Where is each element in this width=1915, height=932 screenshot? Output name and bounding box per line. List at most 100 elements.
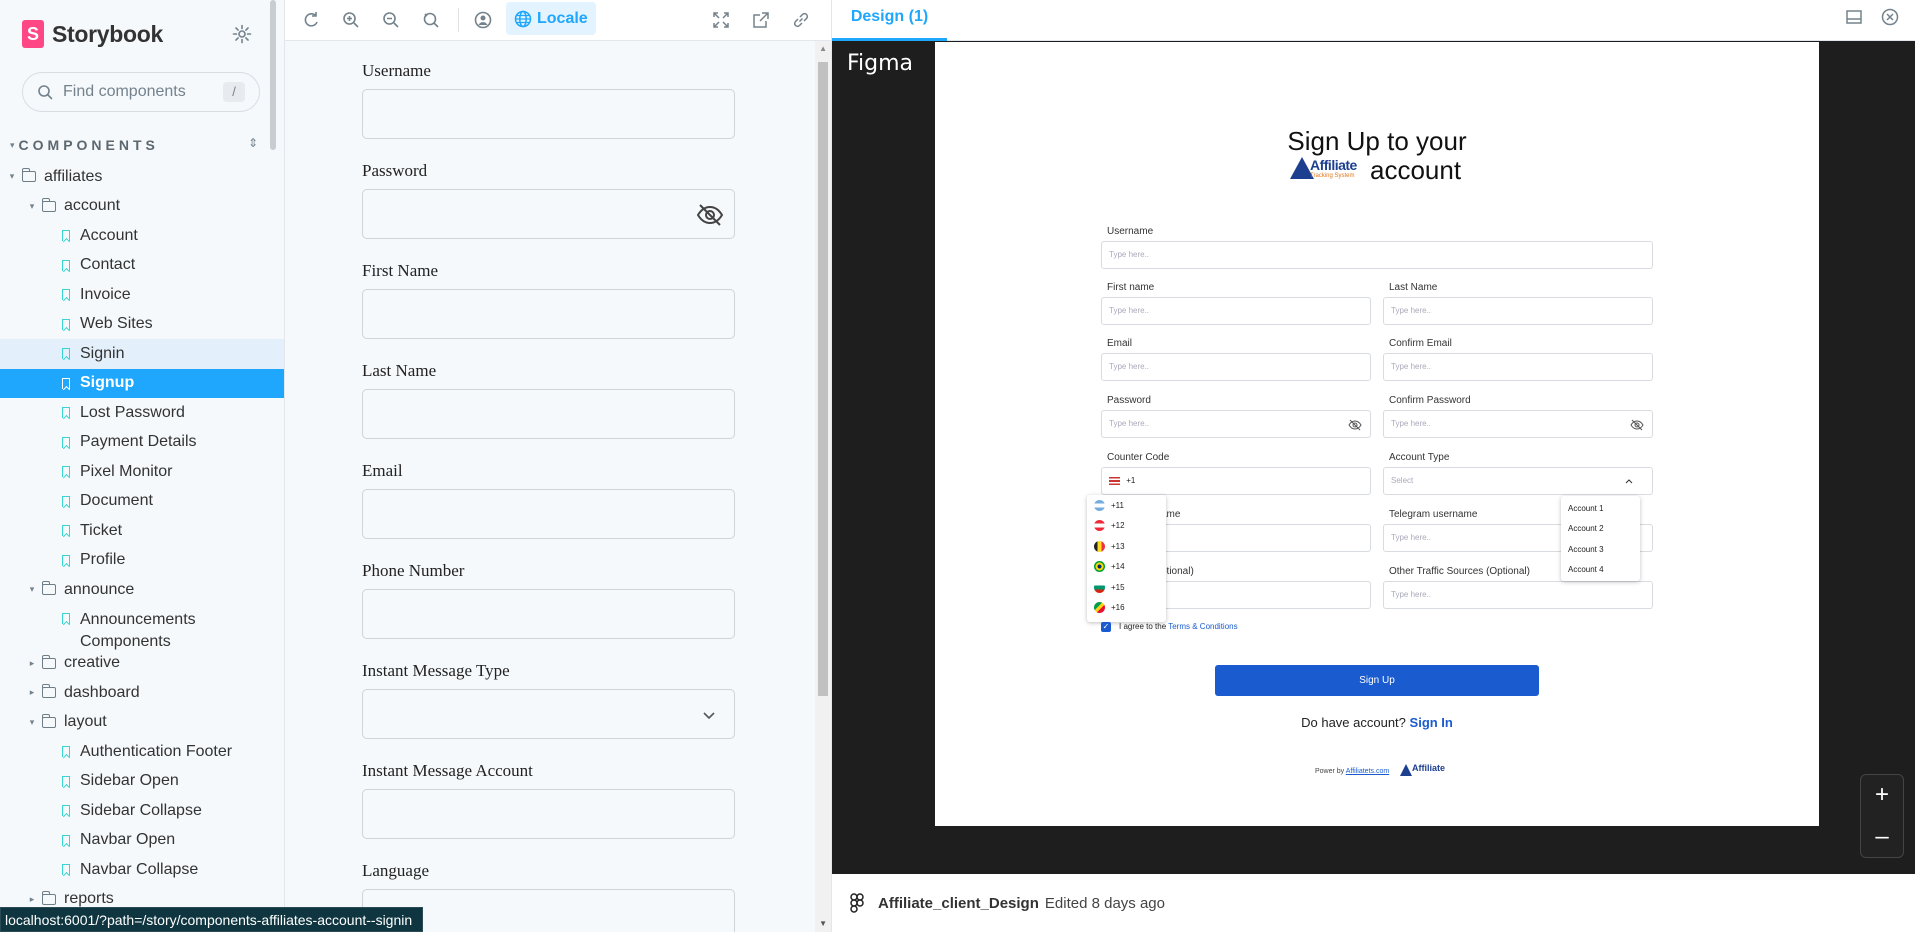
scroll-up-arrow-icon[interactable]: ▲ bbox=[819, 44, 827, 53]
zoom-out-button[interactable]: – bbox=[1861, 817, 1903, 859]
dropdown-option[interactable]: +13 bbox=[1087, 536, 1166, 557]
dropdown-option[interactable]: +11 bbox=[1087, 495, 1166, 516]
email-field[interactable] bbox=[362, 489, 735, 539]
design-first-name-field[interactable]: Type here.. bbox=[1101, 297, 1371, 325]
canvas-scrollbar-thumb[interactable] bbox=[818, 62, 828, 696]
design-country-code-field[interactable]: +1 bbox=[1101, 467, 1371, 495]
design-username-field[interactable]: Type here.. bbox=[1101, 241, 1653, 269]
eye-off-icon[interactable] bbox=[696, 201, 724, 229]
user-icon[interactable] bbox=[471, 8, 495, 32]
design-terms-checkbox[interactable]: ✓ bbox=[1101, 622, 1111, 632]
tree-story-pixel-monitor[interactable]: Pixel Monitor bbox=[0, 457, 284, 487]
first-name-field[interactable] bbox=[362, 289, 735, 339]
instant-message-account-field[interactable] bbox=[362, 789, 735, 839]
tree-label: Navbar Collapse bbox=[80, 860, 199, 878]
tree-story-lost-password[interactable]: Lost Password bbox=[0, 398, 284, 428]
zoom-reset-icon[interactable] bbox=[419, 8, 443, 32]
tree-story-profile[interactable]: Profile bbox=[0, 546, 284, 576]
design-confirm-password-field[interactable]: Type here.. bbox=[1383, 410, 1653, 438]
password-field[interactable] bbox=[362, 189, 735, 239]
last-name-field[interactable] bbox=[362, 389, 735, 439]
open-new-tab-icon[interactable] bbox=[749, 8, 773, 32]
design-title-line2: account bbox=[1370, 155, 1462, 185]
us-flag-icon bbox=[1109, 476, 1120, 485]
terms-link[interactable]: Terms & Conditions bbox=[1168, 622, 1237, 631]
zoom-out-icon[interactable] bbox=[379, 8, 403, 32]
tree-story-announcements-components[interactable]: Announcements Components bbox=[0, 605, 284, 650]
tree-story-web-sites[interactable]: Web Sites bbox=[0, 310, 284, 340]
design-terms-text: I agree to the Terms & Conditions bbox=[1119, 622, 1238, 631]
dropdown-option[interactable]: +16 bbox=[1087, 598, 1166, 619]
tree-folder-layout[interactable]: ▾ layout bbox=[0, 708, 284, 738]
tree-story-account[interactable]: Account bbox=[0, 221, 284, 251]
tree-story-contact[interactable]: Contact bbox=[0, 251, 284, 281]
dropdown-option[interactable]: Account 1 bbox=[1561, 498, 1640, 519]
components-section-header[interactable]: ▾ COMPONENTS ⇕ bbox=[10, 136, 258, 154]
tree-story-signin[interactable]: Signin bbox=[0, 339, 284, 369]
close-icon[interactable] bbox=[1880, 7, 1900, 27]
dropdown-option[interactable]: Account 3 bbox=[1561, 539, 1640, 560]
tree-story-payment-details[interactable]: Payment Details bbox=[0, 428, 284, 458]
sidebar-scrollbar[interactable] bbox=[270, 0, 276, 150]
figma-embed[interactable]: Figma Sign Up to your Affiliate Tracking… bbox=[832, 41, 1915, 874]
fullscreen-icon[interactable] bbox=[709, 8, 733, 32]
locale-button[interactable]: Locale bbox=[506, 2, 596, 35]
username-field[interactable] bbox=[362, 89, 735, 139]
zoom-in-button[interactable]: + bbox=[1861, 775, 1903, 817]
tree-label: creative bbox=[64, 654, 121, 672]
tree-story-navbar-collapse[interactable]: Navbar Collapse bbox=[0, 855, 284, 885]
reload-icon[interactable] bbox=[299, 8, 323, 32]
powered-link[interactable]: Affiliatets.com bbox=[1346, 768, 1389, 775]
design-password-field[interactable]: Type here.. bbox=[1101, 410, 1371, 438]
tree-story-sidebar-collapse[interactable]: Sidebar Collapse bbox=[0, 796, 284, 826]
tree-folder-dashboard[interactable]: ▸ dashboard bbox=[0, 678, 284, 708]
affiliate-logo-subtext: Tracking System bbox=[1310, 173, 1355, 179]
tree-folder-account[interactable]: ▾ account bbox=[0, 192, 284, 222]
panel-layout-icon[interactable] bbox=[1844, 7, 1864, 27]
signup-form: Username Password First Name Last Name E… bbox=[362, 61, 735, 932]
signin-link[interactable]: Sign In bbox=[1410, 715, 1453, 730]
design-other-traffic-field[interactable]: Type here.. bbox=[1383, 581, 1653, 609]
dropdown-option[interactable]: Account 2 bbox=[1561, 519, 1640, 540]
eye-off-icon[interactable] bbox=[1348, 418, 1362, 432]
design-email-label: Email bbox=[1107, 338, 1133, 349]
tree-story-ticket[interactable]: Ticket bbox=[0, 516, 284, 546]
eye-off-icon[interactable] bbox=[1630, 418, 1644, 432]
tab-design[interactable]: Design (1) bbox=[832, 0, 947, 41]
tree-folder-announce[interactable]: ▾ announce bbox=[0, 575, 284, 605]
design-account-type-dropdown: Account 1 Account 2 Account 3 Account 4 bbox=[1561, 496, 1640, 581]
dropdown-option[interactable]: +12 bbox=[1087, 516, 1166, 537]
first-name-label: First Name bbox=[362, 261, 439, 280]
search-input[interactable]: Find components / bbox=[22, 72, 260, 112]
design-confirm-email-field[interactable]: Type here.. bbox=[1383, 353, 1653, 381]
design-signup-button[interactable]: Sign Up bbox=[1215, 665, 1539, 696]
tree-story-authentication-footer[interactable]: Authentication Footer bbox=[0, 737, 284, 767]
design-email-field[interactable]: Type here.. bbox=[1101, 353, 1371, 381]
tree-label: Signup bbox=[80, 374, 135, 392]
copy-link-icon[interactable] bbox=[789, 8, 813, 32]
tree-story-sidebar-open[interactable]: Sidebar Open bbox=[0, 767, 284, 797]
tree-story-document[interactable]: Document bbox=[0, 487, 284, 517]
figma-file-name[interactable]: Affiliate_client_Design bbox=[878, 895, 1039, 912]
expand-all-icon[interactable]: ⇕ bbox=[248, 136, 258, 150]
design-account-type-select[interactable]: Select bbox=[1383, 467, 1653, 495]
design-last-name-field[interactable]: Type here.. bbox=[1383, 297, 1653, 325]
brand[interactable]: S Storybook bbox=[22, 20, 163, 48]
dropdown-option[interactable]: +14 bbox=[1087, 557, 1166, 578]
design-country-code-label: Counter Code bbox=[1107, 452, 1170, 463]
scroll-down-arrow-icon[interactable]: ▼ bbox=[819, 919, 827, 928]
dropdown-option[interactable]: Account 4 bbox=[1561, 560, 1640, 581]
gear-icon[interactable] bbox=[232, 24, 252, 44]
tree-story-navbar-open[interactable]: Navbar Open bbox=[0, 826, 284, 856]
instant-message-type-select[interactable] bbox=[362, 689, 735, 739]
tree-folder-creative[interactable]: ▸ creative bbox=[0, 649, 284, 679]
dropdown-option[interactable]: +15 bbox=[1087, 577, 1166, 598]
phone-number-field[interactable] bbox=[362, 589, 735, 639]
tree-folder-affiliates[interactable]: ▾ affiliates bbox=[0, 162, 284, 192]
tree-label: Authentication Footer bbox=[80, 742, 233, 760]
tree-story-invoice[interactable]: Invoice bbox=[0, 280, 284, 310]
tree-story-signup[interactable]: Signup bbox=[0, 368, 284, 398]
tree-label: Account bbox=[80, 226, 138, 244]
instant-message-type-label: Instant Message Type bbox=[362, 661, 510, 680]
zoom-in-icon[interactable] bbox=[339, 8, 363, 32]
